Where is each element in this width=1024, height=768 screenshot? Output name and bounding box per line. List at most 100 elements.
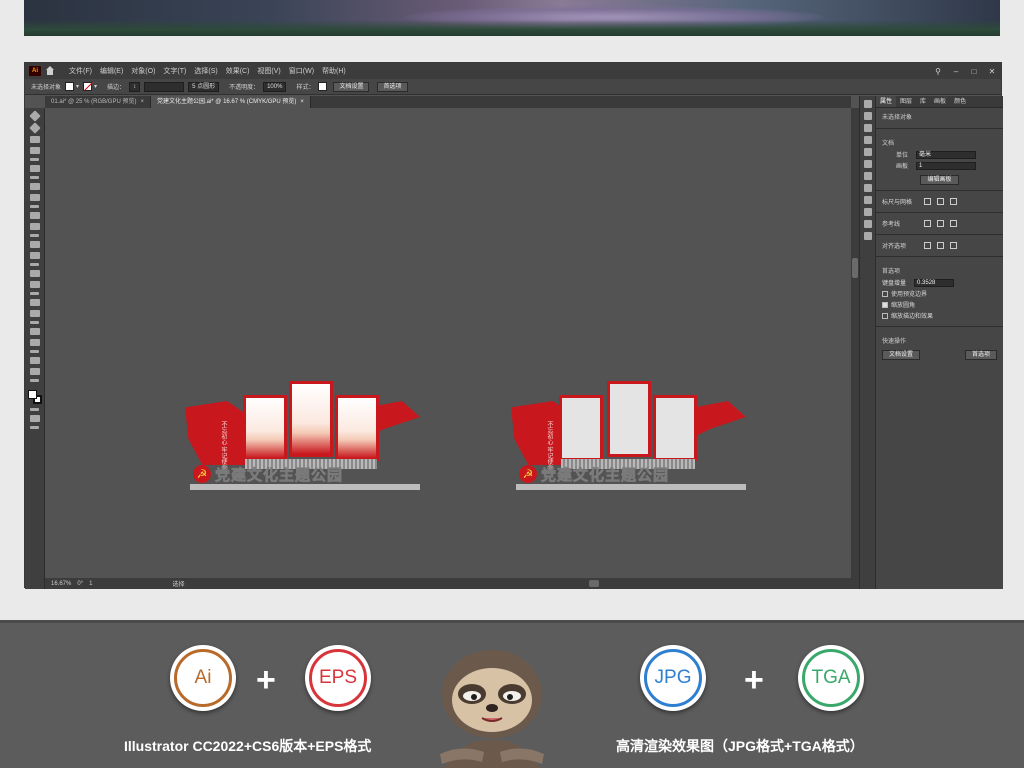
eraser-tool-icon[interactable] [30, 223, 40, 230]
scroll-thumb[interactable] [852, 258, 858, 278]
rotate-angle[interactable]: 0° [77, 581, 83, 587]
rectangle-tool-icon[interactable] [30, 194, 40, 201]
type-tool-icon[interactable] [30, 176, 39, 179]
tab-properties[interactable]: 属性 [876, 96, 897, 107]
symbols-panel-icon[interactable] [864, 148, 872, 156]
libraries-panel-icon[interactable] [864, 124, 872, 132]
artboard-number[interactable]: 1 [89, 581, 92, 587]
rotate-tool-icon[interactable] [30, 234, 39, 237]
lasso-tool-icon[interactable] [30, 147, 40, 154]
color-panel-icon[interactable] [864, 184, 872, 192]
chevron-down-icon[interactable]: ▾ [76, 83, 79, 90]
preferences-button[interactable]: 首选项 [377, 81, 408, 92]
maximize-button[interactable]: □ [965, 67, 983, 76]
tab-color[interactable]: 颜色 [950, 96, 970, 107]
pixel-grid-icon[interactable] [950, 198, 958, 205]
snap-point-icon[interactable] [924, 242, 932, 249]
scale-tool-icon[interactable] [30, 241, 40, 248]
slice-tool-icon[interactable] [30, 357, 40, 364]
menu-window[interactable]: 窗口(W) [285, 66, 318, 76]
billboard-design-right[interactable]: 不忘初心 牢记使命 ☭ 党建文化主题公园 [501, 381, 751, 501]
shape-builder-tool-icon[interactable] [30, 270, 40, 277]
draw-mode-icon[interactable] [30, 408, 39, 411]
zoom-tool-icon[interactable] [30, 379, 39, 382]
menu-select[interactable]: 选择(S) [190, 66, 221, 76]
brushes-panel-icon[interactable] [864, 136, 872, 144]
menu-type[interactable]: 文字(T) [159, 66, 190, 76]
symbol-sprayer-tool-icon[interactable] [30, 328, 40, 335]
menu-object[interactable]: 对象(O) [127, 66, 159, 76]
scale-strokes-checkbox[interactable] [882, 312, 888, 319]
magic-wand-tool-icon[interactable] [30, 136, 40, 143]
fill-stroke-swatches[interactable] [28, 390, 42, 404]
tab-libraries[interactable]: 库 [916, 96, 930, 107]
hand-tool-icon[interactable] [30, 368, 40, 375]
guide-show-icon[interactable] [924, 220, 932, 227]
ruler-icon[interactable] [924, 198, 932, 205]
close-icon[interactable]: × [140, 99, 144, 105]
line-tool-icon[interactable] [30, 183, 40, 190]
close-window-button[interactable]: ✕ [983, 67, 1001, 76]
mesh-tool-icon[interactable] [30, 292, 39, 295]
swatches-panel-icon[interactable] [864, 172, 872, 180]
tab-doc-1[interactable]: 01.ai* @ 25 % (RGB/GPU 预览) × [45, 96, 151, 108]
gradient-tool-icon[interactable] [30, 299, 40, 306]
artboard-dropdown[interactable]: 1 [916, 161, 977, 170]
close-icon[interactable]: × [300, 99, 304, 105]
layers-panel-icon[interactable] [864, 112, 872, 120]
horizontal-scroll-thumb[interactable] [589, 580, 599, 587]
pencil-tool-icon[interactable] [30, 212, 40, 219]
menu-edit[interactable]: 编辑(E) [96, 66, 127, 76]
tab-doc-2[interactable]: 党建文化主题公园.ai* @ 16.67 % (CMYK/GPU 预览) × [150, 96, 311, 108]
fill-swatch[interactable] [65, 82, 75, 91]
search-icon[interactable]: ⚲ [929, 67, 947, 76]
artboard-canvas[interactable]: 不忘初心 牢记使命 ☭ 党建文化主题公园 不忘初心 牢记使命 ☭ 党建文化主题公… [45, 108, 851, 578]
gradient-panel-icon[interactable] [864, 208, 872, 216]
keyboard-increment-field[interactable]: 0.3528 [914, 278, 955, 287]
edit-artboards-button[interactable]: 编辑画板 [920, 174, 959, 185]
direct-selection-tool-icon[interactable] [29, 122, 41, 134]
transparency-panel-icon[interactable] [864, 220, 872, 228]
graphic-styles-panel-icon[interactable] [864, 160, 872, 168]
artboard-tool-icon[interactable] [30, 350, 39, 353]
snap-pixel-icon[interactable] [950, 242, 958, 249]
grid-icon[interactable] [937, 198, 945, 205]
smart-guide-icon[interactable] [950, 220, 958, 227]
style-swatch[interactable] [318, 82, 328, 91]
width-tool-icon[interactable] [30, 252, 40, 259]
guide-lock-icon[interactable] [937, 220, 945, 227]
opacity-field[interactable]: 100% [263, 81, 287, 92]
menu-effect[interactable]: 效果(C) [222, 66, 254, 76]
variable-width-field[interactable] [144, 81, 185, 92]
menu-help[interactable]: 帮助(H) [318, 66, 350, 76]
paintbrush-tool-icon[interactable] [30, 205, 39, 208]
tab-artboards[interactable]: 画板 [930, 96, 950, 107]
billboard-design-left[interactable]: 不忘初心 牢记使命 ☭ 党建文化主题公园 [175, 381, 425, 501]
stroke-panel-icon[interactable] [864, 196, 872, 204]
vertical-scrollbar[interactable] [851, 108, 859, 578]
fill-color-icon[interactable] [28, 390, 37, 399]
menu-view[interactable]: 视图(V) [253, 66, 284, 76]
document-setup-button[interactable]: 文档设置 [333, 81, 370, 92]
minimize-button[interactable]: – [947, 67, 965, 76]
brush-field[interactable]: 5 点圆形 [188, 81, 220, 92]
graph-tool-icon[interactable] [30, 339, 40, 346]
scale-corners-checkbox[interactable] [882, 301, 888, 308]
zoom-level[interactable]: 16.67% [51, 581, 71, 587]
home-icon[interactable] [45, 66, 55, 76]
tab-layers[interactable]: 图层 [896, 96, 916, 107]
quick-document-setup-button[interactable]: 文档设置 [882, 349, 921, 360]
preview-bounds-checkbox[interactable] [882, 290, 888, 297]
perspective-grid-tool-icon[interactable] [30, 281, 40, 288]
stroke-swatch[interactable] [83, 82, 93, 91]
properties-panel-icon[interactable] [864, 100, 872, 108]
appearance-panel-icon[interactable] [864, 232, 872, 240]
curvature-tool-icon[interactable] [30, 165, 40, 172]
unit-dropdown[interactable]: 毫米 [916, 150, 977, 159]
chevron-down-icon[interactable]: ▾ [94, 83, 97, 90]
edit-toolbar-icon[interactable] [30, 426, 39, 429]
snap-grid-icon[interactable] [937, 242, 945, 249]
screen-mode-icon[interactable] [30, 415, 40, 422]
quick-preferences-button[interactable]: 首选项 [964, 349, 997, 360]
free-transform-tool-icon[interactable] [30, 263, 39, 266]
